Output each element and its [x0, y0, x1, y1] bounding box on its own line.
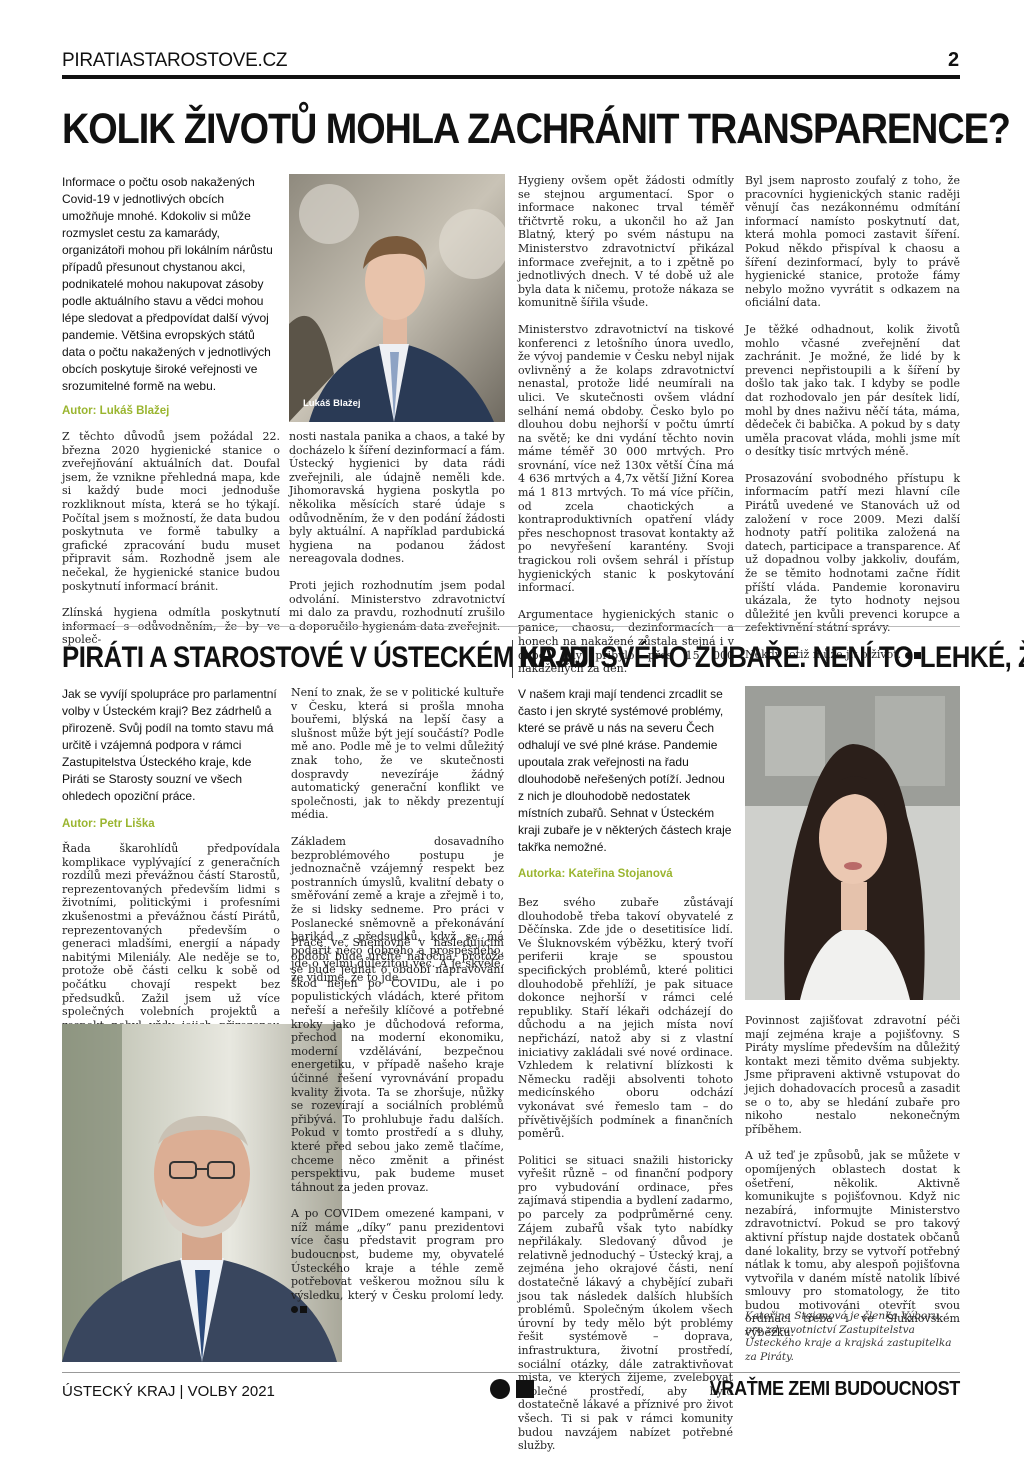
paragraph: Povinnost zajišťovat zdravotní péči mají…: [745, 1014, 960, 1136]
paragraph: Z těchto důvodů jsem požádal 22. března …: [62, 430, 280, 593]
footer-region-label: ÚSTECKÝ KRAJ | VOLBY 2021: [62, 1383, 275, 1400]
portrait-woman: [745, 686, 960, 1000]
paragraph: Řada škarohlídů předpovídala komplikace …: [62, 842, 280, 1045]
portrait-man-suit: [289, 174, 505, 422]
photo-katerina-stojanova: [745, 686, 960, 1000]
paragraph: Byl jsem naprosto zoufalý z toho, že pra…: [745, 174, 960, 310]
article2-column-2-bottom: Práce ve Sněmovně v následujícím období …: [291, 936, 504, 1329]
article1-column-2: nosti nastala panika a chaos, a také by …: [289, 430, 505, 646]
paragraph: Bez svého zubaře zůstávají dlouhodobě tř…: [518, 896, 733, 1141]
article1-headline: KOLIK ŽIVOTŮ MOHLA ZACHRÁNIT TRANSPARENC…: [62, 105, 1011, 153]
article2-lead: Jak se vyvíjí spolupráce pro parlamentní…: [62, 687, 277, 803]
article2-author: Autor: Petr Liška: [62, 818, 155, 830]
paragraph: A po COVIDem omezené kampani, v níž máme…: [291, 1207, 504, 1316]
article1-column-4: Byl jsem naprosto zoufalý z toho, že pra…: [745, 174, 960, 675]
section-divider: [62, 626, 960, 627]
logo-dot-icon: [490, 1379, 510, 1399]
author-note: Kateřina Stojanová je členka Výboru pro …: [745, 1310, 952, 1363]
paragraph: nosti nastala panika a chaos, a také by …: [289, 430, 505, 566]
photo-caption: Lukáš Blažej: [303, 398, 361, 409]
paragraph: Je těžké odhadnout, kolik životů mohlo v…: [745, 322, 960, 459]
article3-lead: V našem kraji mají tendenci zrcadlit se …: [518, 687, 732, 854]
article3-headline: NAJDI SVÉHO ZUBAŘE. NENÍ TO LEHKÉ, ŽE?: [519, 641, 1024, 674]
footer-rule: [62, 1372, 960, 1373]
paragraph: Ministerstvo zdravotnictví na tiskové ko…: [518, 322, 734, 595]
article1-column-3: Hygieny ovšem opět žádosti odmítly se st…: [518, 174, 734, 689]
closing-paragraph: A po COVIDem omezené kampani, v níž máme…: [291, 1207, 504, 1302]
paragraph: Prosazování svobodného přístupu k inform…: [745, 471, 960, 635]
article3-column-1: Bez svého zubaře zůstávají dlouhodobě tř…: [518, 896, 733, 1466]
logo-square-icon: [516, 1380, 534, 1398]
article3-column-2: Povinnost zajišťovat zdravotní péči mají…: [745, 1014, 960, 1353]
article1-author: Autor: Lukáš Blažej: [62, 405, 170, 417]
paragraph: Není to znak, že se v politické kultuře …: [291, 686, 504, 822]
article3-author: Autorka: Kateřina Stojanová: [518, 868, 673, 880]
end-square-icon: [300, 1305, 307, 1313]
paragraph: Hygieny ovšem opět žádosti odmítly se st…: [518, 174, 734, 310]
paragraph: Politici se situaci snažili historicky v…: [518, 1153, 733, 1453]
page-number: 2: [948, 49, 960, 71]
header-rule: [62, 75, 960, 79]
article1-lead: Informace o počtu osob nakažených Covid-…: [62, 175, 273, 393]
site-name: PIRATIASTAROSTOVE.CZ: [62, 50, 288, 71]
footer-slogan: VRAŤME ZEMI BUDOUCNOST: [709, 1378, 960, 1400]
article2-headline: PIRÁTI A STAROSTOVÉ V ÚSTECKÉM KRAJI: [62, 641, 596, 674]
paragraph: Práce ve Sněmovně v následujícím období …: [291, 936, 504, 1194]
headline-separator: [512, 640, 513, 678]
end-dot-icon: [291, 1305, 298, 1313]
photo-lukas-blazej: Lukáš Blažej: [289, 174, 505, 422]
